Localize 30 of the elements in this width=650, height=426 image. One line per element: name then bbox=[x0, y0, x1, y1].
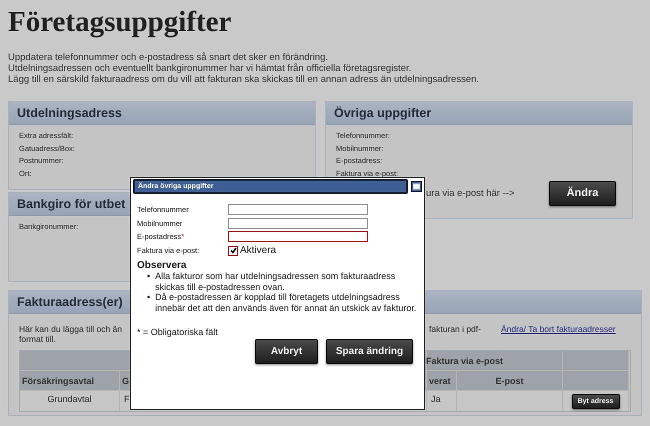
bullet: • bbox=[147, 292, 150, 304]
intro-text: Utdelningsadressen och eventuellt bankgironummer har vi hämtat från officiella företagsregister. bbox=[8, 63, 412, 74]
edit-addresses-link[interactable]: Ändra/ Ta bort fakturaadresser bbox=[500, 324, 616, 334]
column-header: verat bbox=[427, 371, 457, 391]
column-group-header: Faktura via e-post bbox=[427, 351, 563, 371]
maximize-icon[interactable] bbox=[411, 181, 422, 192]
bullet: • bbox=[147, 271, 150, 283]
checkbox[interactable] bbox=[228, 246, 238, 256]
required-legend: * = Obligatoriska fält bbox=[137, 327, 218, 337]
column-header: Försäkringsavtal bbox=[20, 371, 120, 391]
page-title: Företagsuppgifter bbox=[8, 5, 232, 40]
note-text: Då e-postadressen är kopplad till företagets utdelningsadress innebär det att den används även för annat än utskick av fakturor. bbox=[155, 292, 418, 313]
text-field[interactable] bbox=[228, 204, 368, 216]
save-button[interactable]: Spara ändring bbox=[326, 339, 413, 364]
note-text: Alla fakturor som har utdelningsadressen som fakturaadress skickas till e-postadressen ovan. bbox=[155, 271, 396, 292]
hint-text: ura via e-post här --> bbox=[426, 188, 514, 198]
panel-title: Utdelningsadress bbox=[9, 102, 315, 125]
note-title: Observera bbox=[137, 260, 188, 271]
cancel-button[interactable]: Avbryt bbox=[255, 339, 318, 364]
description-text: Här kan du lägga till och än bbox=[19, 324, 122, 334]
intro-text: Lägg till en särskild fakturaadress om du vill att fakturan ska skickas till en annan adress än utdelningsadressen. bbox=[8, 74, 480, 85]
edit-button[interactable]: Ändra bbox=[549, 180, 616, 206]
panel-title: Övriga uppgifter bbox=[326, 102, 632, 125]
text-field[interactable] bbox=[228, 218, 368, 229]
intro-text: Uppdatera telefonnummer och e-postadress så snart det sker en förändring. bbox=[8, 52, 328, 63]
column-header: E-post bbox=[457, 371, 563, 391]
checkbox-label: Aktivera bbox=[240, 244, 276, 256]
description-text: fakturan i pdf- bbox=[429, 324, 481, 334]
description-text: format till. bbox=[19, 334, 56, 344]
text-field[interactable] bbox=[228, 231, 368, 242]
